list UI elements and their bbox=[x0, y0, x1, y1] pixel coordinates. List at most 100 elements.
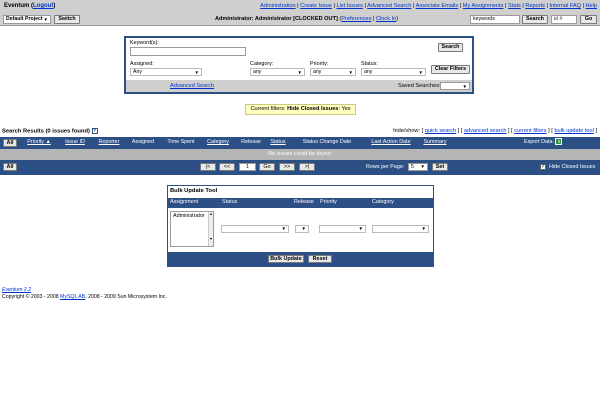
priority-select[interactable]: any ▼ bbox=[310, 68, 356, 76]
col-time-spent: Time Spent bbox=[167, 139, 195, 145]
status-select[interactable]: any ▼ bbox=[361, 68, 426, 76]
search-panel: Keyword(s): Search Assigned: Any ▼ Catego… bbox=[124, 36, 474, 94]
nav-create-issue[interactable]: Create Issue bbox=[300, 3, 332, 9]
bulk-col-release: Release bbox=[294, 199, 314, 205]
assigned-select[interactable]: Any ▼ bbox=[130, 68, 202, 76]
keywords-input[interactable] bbox=[130, 47, 246, 56]
bulk-update-title: Bulk Update Tool bbox=[170, 188, 218, 194]
chevron-down-icon: ▼ bbox=[301, 226, 306, 231]
last-page-button[interactable]: >| bbox=[299, 163, 315, 171]
project-select[interactable]: Default Project ▼ bbox=[3, 15, 51, 24]
current-filters-prefix: Current filters: bbox=[250, 106, 286, 112]
hide-show-links: hide/show: [ quick search ] [ advanced s… bbox=[393, 128, 597, 134]
nav-reports[interactable]: Reports bbox=[525, 3, 545, 9]
page-number-input[interactable]: 1 bbox=[239, 163, 256, 171]
nav-associate-emails[interactable]: Associate Emails bbox=[416, 3, 459, 9]
advanced-search-link[interactable]: Advanced Search bbox=[170, 83, 214, 89]
col-issue-id[interactable]: Issue ID bbox=[60, 137, 90, 148]
sort-up-icon: ▲ bbox=[45, 139, 51, 145]
current-filter-value: Yes bbox=[341, 106, 351, 112]
col-reporter[interactable]: Reporter bbox=[94, 137, 124, 148]
nav-administration[interactable]: Administration bbox=[260, 3, 295, 9]
hide-closed-checkbox[interactable]: ✓ bbox=[540, 164, 546, 170]
nav-my-assignments[interactable]: My Assignments bbox=[463, 3, 504, 9]
chevron-down-icon: ▼ bbox=[462, 84, 467, 89]
excel-icon[interactable]: X bbox=[555, 138, 563, 146]
first-page-button[interactable]: |< bbox=[200, 163, 216, 171]
top-bar: Eventum (Logout) Administration | Create… bbox=[0, 0, 600, 26]
col-summary[interactable]: Summary bbox=[420, 137, 450, 148]
search-button[interactable]: Search bbox=[438, 43, 463, 52]
clock-in-link[interactable]: Clock In bbox=[376, 16, 396, 22]
help-icon[interactable]: ? bbox=[91, 128, 98, 134]
assignee-option[interactable]: Administrator bbox=[171, 212, 213, 220]
nav-advanced-search[interactable]: Advanced Search bbox=[367, 3, 411, 9]
bulk-category-select[interactable]: ▼ bbox=[372, 225, 429, 233]
assignee-listbox[interactable]: Administrator ▲ ▼ bbox=[170, 211, 214, 247]
set-rows-button[interactable]: Set bbox=[432, 163, 448, 171]
col-priority[interactable]: Priority ▲ bbox=[22, 137, 56, 148]
chevron-down-icon: ▼ bbox=[297, 70, 302, 75]
nav-stats[interactable]: Stats bbox=[508, 3, 521, 9]
chevron-down-icon: ▼ bbox=[418, 70, 423, 75]
page-footer: Eventum 2.2 Copyright © 2003 - 2008 MySQ… bbox=[2, 287, 167, 301]
category-label: Category: bbox=[250, 61, 274, 67]
clear-filters-button[interactable]: Clear Filters bbox=[431, 65, 470, 74]
nav-internal-faq[interactable]: Internal FAQ bbox=[550, 3, 581, 9]
nav-help[interactable]: Help bbox=[585, 3, 597, 9]
toggle-current-filters[interactable]: current filters bbox=[514, 128, 546, 134]
quick-search-input[interactable]: keywords bbox=[470, 15, 520, 24]
preferences-link[interactable]: Preferences bbox=[341, 16, 371, 22]
reset-button[interactable]: Reset bbox=[308, 255, 332, 263]
app-title: Eventum (Logout) bbox=[4, 3, 56, 9]
select-all-button[interactable]: All bbox=[3, 139, 17, 147]
saved-searches-label: Saved Searches: bbox=[398, 83, 441, 89]
bulk-update-panel: Bulk Update Tool Assignment Status Relea… bbox=[167, 185, 434, 267]
copyright: Copyright © 2003 - 2008 MySQL AB, 2008 -… bbox=[2, 294, 167, 300]
issue-id-input[interactable]: id # bbox=[551, 15, 577, 24]
go-button[interactable]: Go bbox=[580, 15, 597, 24]
hide-closed-label: Hide Closed Issues bbox=[549, 164, 596, 170]
col-status[interactable]: Status bbox=[266, 137, 290, 148]
bulk-priority-select[interactable]: ▼ bbox=[319, 225, 366, 233]
current-filter-name: Hide Closed Issues bbox=[287, 106, 339, 112]
switch-button[interactable]: Switch bbox=[54, 15, 80, 24]
toggle-advanced-search[interactable]: advanced search bbox=[464, 128, 507, 134]
app-name: Eventum bbox=[4, 3, 30, 9]
prev-page-button[interactable]: << bbox=[219, 163, 235, 171]
current-filters-box: Current filters: Hide Closed Issues: Yes bbox=[245, 104, 356, 115]
bulk-status-select[interactable]: ▼ bbox=[221, 225, 289, 233]
nav-list-issues[interactable]: List Issues bbox=[336, 3, 362, 9]
bulk-update-button[interactable]: Bulk Update bbox=[268, 255, 304, 263]
export-data-label: Export Data: X bbox=[524, 138, 563, 146]
priority-label: Priority: bbox=[310, 61, 329, 67]
bulk-release-select[interactable]: ▼ bbox=[295, 225, 309, 233]
saved-searches-select[interactable]: ▼ bbox=[440, 82, 470, 90]
chevron-down-icon: ▼ bbox=[358, 226, 363, 231]
chevron-down-icon: ▼ bbox=[420, 164, 425, 169]
toggle-bulk-update-tool[interactable]: bulk update tool bbox=[554, 128, 594, 134]
assigned-label: Assigned: bbox=[130, 61, 154, 67]
select-all-button-bottom[interactable]: All bbox=[3, 163, 17, 171]
chevron-down-icon: ▼ bbox=[194, 70, 199, 75]
logout-link[interactable]: Logout bbox=[33, 3, 53, 9]
col-assigned: Assigned bbox=[131, 139, 155, 145]
version-link[interactable]: Eventum 2.2 bbox=[2, 287, 167, 294]
rows-per-page-label: Rows per Page: bbox=[366, 164, 405, 170]
nav-links: Administration | Create Issue | List Iss… bbox=[260, 3, 597, 9]
listbox-scrollbar[interactable]: ▲ ▼ bbox=[208, 212, 213, 246]
next-page-button[interactable]: >> bbox=[279, 163, 295, 171]
rows-per-page-select[interactable]: 5 ▼ bbox=[408, 163, 428, 171]
col-last-action-date[interactable]: Last Action Date bbox=[366, 137, 416, 148]
quick-search-button[interactable]: Search bbox=[522, 15, 548, 24]
col-category[interactable]: Category bbox=[202, 137, 234, 148]
col-release: Release bbox=[241, 139, 261, 145]
category-select[interactable]: any ▼ bbox=[250, 68, 305, 76]
mysql-link[interactable]: MySQL AB bbox=[60, 294, 85, 300]
results-header: All Priority ▲ Issue ID Reporter Assigne… bbox=[0, 137, 600, 149]
chevron-down-icon: ▼ bbox=[43, 17, 48, 22]
toggle-quick-search[interactable]: quick search bbox=[425, 128, 456, 134]
page-go-button[interactable]: Go bbox=[259, 163, 275, 171]
chevron-down-icon: ▼ bbox=[421, 226, 426, 231]
bulk-update-footer: Bulk Update Reset bbox=[168, 252, 433, 266]
